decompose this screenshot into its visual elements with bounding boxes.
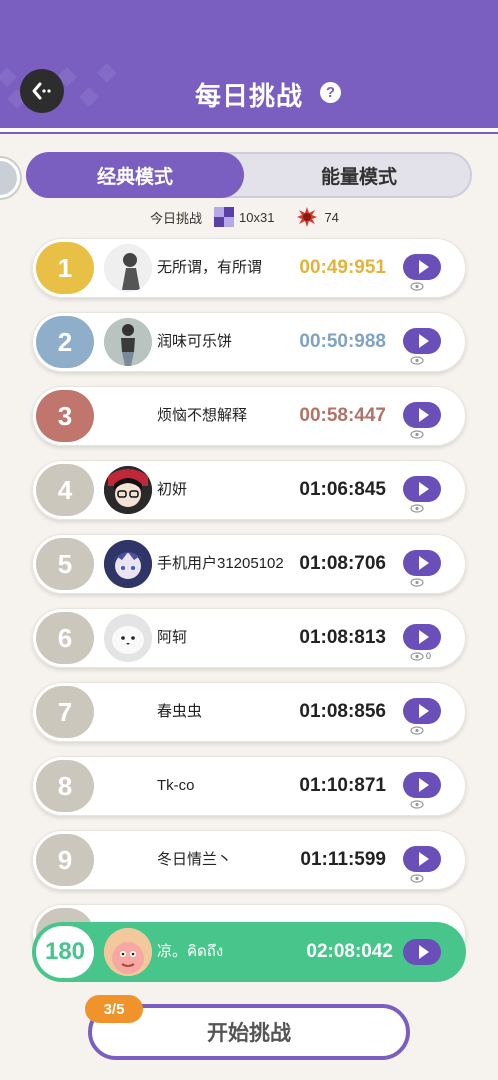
page-title: 每日挑战: [194, 81, 303, 111]
avatar: [104, 540, 152, 588]
player-time: 00:50:988: [299, 331, 386, 352]
avatar: [104, 928, 152, 976]
leaderboard-row[interactable]: 1 无所谓，有所谓 00:49:951: [32, 238, 466, 298]
avatar: [104, 466, 152, 514]
eye-icon: [410, 356, 424, 365]
leaderboard-row[interactable]: 8 Tk-co 01:10:871: [32, 756, 466, 816]
avatar: [104, 244, 152, 292]
my-replay-button[interactable]: [403, 939, 441, 965]
player-name: 阿轲: [157, 629, 188, 646]
rank-badge: 4: [36, 464, 94, 516]
player-time: 01:06:845: [299, 479, 386, 500]
tab-energy-mode[interactable]: 能量模式: [244, 152, 474, 198]
eye-icon: [410, 504, 424, 513]
rank-badge: 8: [36, 760, 94, 812]
divider: [0, 132, 498, 134]
eye-icon: [410, 652, 424, 661]
rank-badge: 5: [36, 538, 94, 590]
play-icon: [418, 334, 429, 348]
player-name: 冬日情兰丶: [157, 851, 233, 868]
replay-button[interactable]: [403, 328, 441, 354]
replay-button[interactable]: [403, 772, 441, 798]
leaderboard-row[interactable]: 5 手机用户31205102 01:08:706: [32, 534, 466, 594]
mine-icon: [297, 207, 318, 227]
play-icon: [418, 704, 429, 718]
eye-icon: [410, 282, 424, 291]
eye-icon: [410, 430, 424, 439]
player-name: 烦恼不想解释: [157, 407, 248, 424]
leaderboard-row[interactable]: 6 阿轲 01:08:813 0: [32, 608, 466, 668]
player-time: 01:08:856: [299, 701, 386, 722]
avatar: [104, 614, 152, 662]
leaderboard-row[interactable]: 3 烦恼不想解释 00:58:447: [32, 386, 466, 446]
replay-button[interactable]: [403, 402, 441, 428]
play-icon: [418, 408, 429, 422]
view-count: 0: [426, 651, 432, 661]
leaderboard-row[interactable]: 4 初妍 01:06:845: [32, 460, 466, 520]
rank-badge: 9: [36, 834, 94, 886]
rank-badge: 7: [36, 686, 94, 738]
player-time: 01:08:813: [299, 627, 386, 648]
player-time: 00:58:447: [299, 405, 386, 426]
player-time: 01:11:599: [300, 849, 386, 870]
eye-icon: [410, 726, 424, 735]
play-icon: [418, 260, 429, 274]
replay-button[interactable]: [403, 698, 441, 724]
eye-icon: [410, 874, 424, 883]
eye-icon: [410, 578, 424, 587]
play-icon: [418, 630, 429, 644]
challenge-label: 今日挑战: [150, 210, 203, 226]
my-rank-badge: 180: [36, 926, 94, 978]
player-name: 春虫虫: [157, 703, 203, 720]
grid-size: 10x31: [239, 209, 275, 225]
rank-badge: 6: [36, 612, 94, 664]
player-name: 无所谓，有所谓: [157, 259, 263, 276]
replay-button[interactable]: [403, 476, 441, 502]
leaderboard-row[interactable]: 7 春虫虫 01:08:856: [32, 682, 466, 742]
mine-count: 74: [324, 209, 339, 225]
avatar: [104, 318, 152, 366]
rank-badge: 2: [36, 316, 94, 368]
grid-size-icon: [214, 207, 235, 227]
play-icon: [418, 945, 429, 959]
eye-icon: [410, 800, 424, 809]
rank-badge: 3: [36, 390, 94, 442]
play-icon: [418, 556, 429, 570]
challenge-info: 今日挑战 10x31 74: [150, 206, 339, 228]
play-icon: [418, 852, 429, 866]
my-time: 02:08:042: [306, 941, 393, 962]
rank-badge: 1: [36, 242, 94, 294]
player-name: 初妍: [157, 481, 188, 498]
play-icon: [418, 482, 429, 496]
player-time: 01:10:871: [299, 775, 386, 796]
player-name: Tk-co: [157, 777, 195, 794]
my-name: 凉。คิดถึง: [157, 943, 224, 960]
tab-classic-mode[interactable]: 经典模式: [26, 152, 244, 198]
attempts-badge: 3/5: [85, 995, 143, 1023]
player-name: 润味可乐饼: [157, 333, 233, 350]
leaderboard-row[interactable]: 9 冬日情兰丶 01:11:599: [32, 830, 466, 890]
my-rank-bar[interactable]: 180 凉。คิดถึง 02:08:042: [32, 922, 466, 982]
avatar[interactable]: [0, 158, 20, 198]
mode-tabs: 经典模式 能量模式: [26, 152, 472, 198]
play-icon: [418, 778, 429, 792]
replay-button[interactable]: [403, 550, 441, 576]
player-time: 00:49:951: [299, 257, 386, 278]
replay-button[interactable]: [403, 254, 441, 280]
replay-button[interactable]: [403, 846, 441, 872]
player-name: 手机用户31205102: [157, 555, 284, 572]
leaderboard-row[interactable]: 2 润味可乐饼 00:50:988: [32, 312, 466, 372]
player-time: 01:08:706: [299, 553, 386, 574]
replay-button[interactable]: [403, 624, 441, 650]
help-icon[interactable]: ?: [320, 82, 341, 103]
